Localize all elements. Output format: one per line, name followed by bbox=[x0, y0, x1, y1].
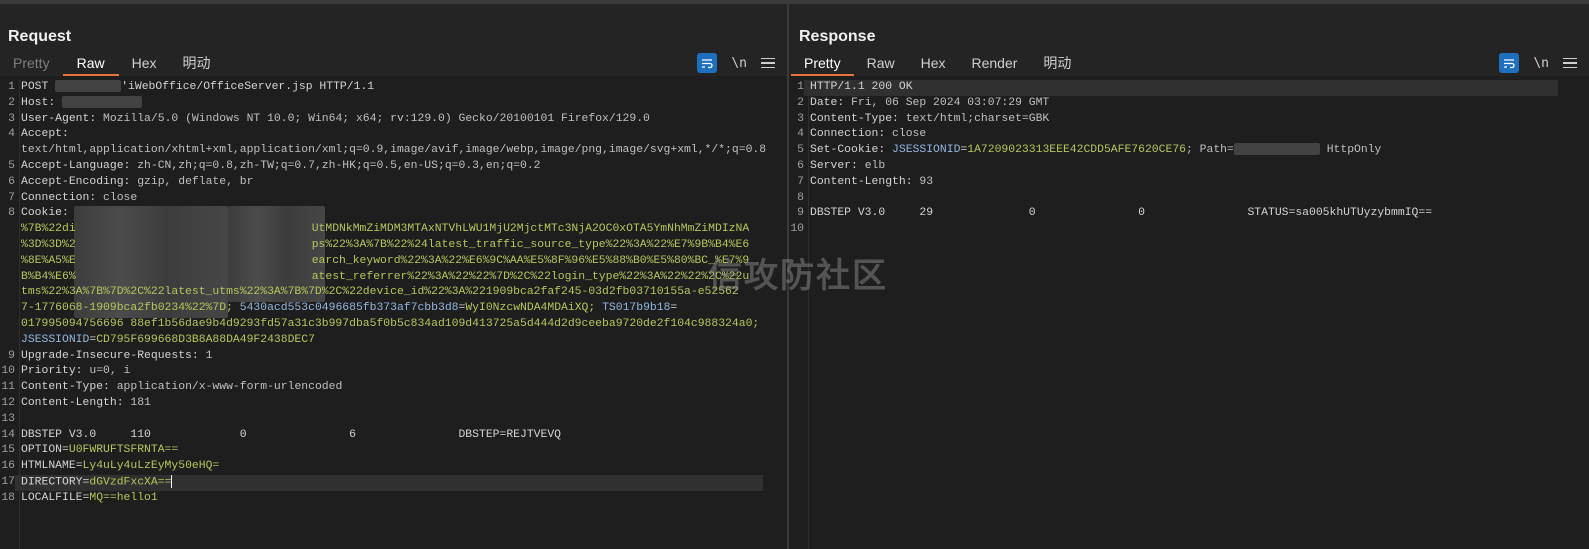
menu-icon[interactable] bbox=[1563, 57, 1577, 69]
header-key: User-Agent: bbox=[21, 112, 97, 125]
tab-inspector[interactable]: 明动 bbox=[1030, 52, 1084, 76]
header-key: Content-Length: bbox=[21, 396, 124, 409]
request-header: Request Pretty Raw Hex 明动 \n bbox=[0, 4, 787, 76]
menu-icon[interactable] bbox=[761, 57, 775, 69]
header-line: 6 Accept-Encoding: gzip, deflate, br bbox=[8, 175, 254, 188]
tab-pretty[interactable]: Pretty bbox=[791, 52, 854, 76]
newline-toggle-button[interactable]: \n bbox=[1533, 56, 1549, 71]
header-value: 181 bbox=[130, 396, 151, 409]
body-param-line: 18 LOCALFILE=MQ==hello1 bbox=[1, 492, 158, 505]
header-value: Mozilla/5.0 (Windows NT 10.0; Win64; x64… bbox=[103, 112, 650, 125]
header-key: Upgrade-Insecure-Requests: bbox=[21, 349, 199, 362]
header-key: Accept-Language: bbox=[21, 160, 131, 173]
newline-toggle-button[interactable]: \n bbox=[731, 56, 747, 71]
header-line: 2 Date: Fri, 06 Sep 2024 03:07:29 GMT bbox=[797, 96, 1050, 109]
body-param-line-current: 17 DIRECTORY=dGVzdFxcXA== bbox=[0, 474, 787, 492]
header-value: u=0, i bbox=[89, 365, 131, 378]
request-line: 1 POST 'iWebOffice/OfficeServer.jsp HTTP… bbox=[8, 80, 375, 94]
header-line: 7 Connection: close bbox=[8, 191, 138, 204]
response-pane: Response Pretty Raw Hex Render 明动 \n 1 H… bbox=[789, 4, 1589, 549]
header-line: 4 Accept: bbox=[8, 128, 69, 141]
header-line: 6 Server: elb bbox=[797, 160, 886, 172]
wrap-toggle-button[interactable] bbox=[697, 53, 718, 73]
header-line: 2 Host: bbox=[0, 95, 787, 112]
header-key: Priority: bbox=[21, 365, 83, 378]
request-pane: Request Pretty Raw Hex 明动 \n 1 POST 'iWe… bbox=[0, 4, 789, 549]
body-param-line: 16 HTMLNAME=Ly4uLy4uLzEyMy50eHQ= bbox=[1, 460, 220, 473]
header-value: application/x-www-form-urlencoded bbox=[116, 381, 343, 394]
request-editor[interactable]: 1 POST 'iWebOffice/OfficeServer.jsp HTTP… bbox=[0, 80, 787, 549]
header-key: Accept-Encoding: bbox=[21, 175, 131, 188]
text-cursor bbox=[171, 474, 173, 488]
header-line: 5 Accept-Language: zh-CN,zh;q=0.8,zh-TW;… bbox=[8, 160, 541, 173]
body-line: 14 DBSTEP V3.0 110 0 6 DBSTEP=REJTVEVQ bbox=[1, 428, 562, 441]
header-line: 10 Priority: u=0, i bbox=[1, 365, 131, 378]
body-param-line: 15 OPTION=U0FWRUFTSFRNTA== bbox=[1, 444, 179, 457]
header-line: 3 User-Agent: Mozilla/5.0 (Windows NT 10… bbox=[8, 112, 650, 125]
tab-hex[interactable]: Hex bbox=[908, 52, 959, 76]
request-title: Request bbox=[8, 28, 72, 45]
redacted-block bbox=[62, 95, 143, 108]
header-value: text/html,application/xhtml+xml,applicat… bbox=[21, 144, 767, 157]
request-tools: \n bbox=[697, 52, 775, 74]
header-key: Connection: bbox=[21, 191, 97, 204]
status-line: 1 HTTP/1.1 200 OK bbox=[789, 80, 1589, 96]
wrap-toggle-button[interactable] bbox=[1499, 53, 1520, 73]
header-value: close bbox=[103, 191, 138, 204]
header-value: zh-CN,zh;q=0.8,zh-TW;q=0.7,zh-HK;q=0.5,e… bbox=[137, 160, 541, 173]
response-editor[interactable]: 1 HTTP/1.1 200 OK 2 Date: Fri, 06 Sep 20… bbox=[789, 80, 1589, 549]
tab-pretty[interactable]: Pretty bbox=[0, 52, 63, 76]
tab-raw[interactable]: Raw bbox=[62, 52, 119, 76]
blank-line: 10 bbox=[790, 223, 804, 236]
response-header: Response Pretty Raw Hex Render 明动 \n bbox=[789, 4, 1589, 76]
body-line: 9 DBSTEP V3.0 29 0 0 STATUS=sa005khUTUyz… bbox=[797, 207, 1433, 220]
tab-hex[interactable]: Hex bbox=[119, 52, 170, 76]
tab-inspector[interactable]: 明动 bbox=[170, 52, 224, 76]
header-key: Host: bbox=[21, 96, 56, 109]
response-title: Response bbox=[799, 28, 876, 45]
header-key: Content-Type: bbox=[21, 381, 110, 394]
header-key: Cookie: bbox=[21, 207, 69, 220]
header-line: 5 Set-Cookie: JSESSIONID=1A7209023313EEE… bbox=[797, 143, 1382, 157]
request-tabs: Pretty Raw Hex 明动 bbox=[0, 52, 224, 76]
redacted-block bbox=[55, 80, 122, 92]
request-path: 'iWebOffice/OfficeServer.jsp HTTP/1.1 bbox=[121, 81, 375, 94]
response-tabs: Pretty Raw Hex Render 明动 bbox=[791, 52, 1084, 76]
header-line: 12 Content-Length: 181 bbox=[1, 396, 151, 409]
header-value: 1 bbox=[205, 349, 213, 362]
wrap-lines-icon bbox=[701, 58, 713, 68]
header-key: Accept: bbox=[21, 128, 69, 141]
tab-raw[interactable]: Raw bbox=[854, 52, 908, 76]
redacted-block bbox=[1233, 143, 1320, 156]
header-value: gzip, deflate, br bbox=[137, 175, 254, 188]
header-line: 11 Content-Type: application/x-www-form-… bbox=[1, 381, 343, 394]
header-line: 3 Content-Type: text/html;charset=GBK bbox=[797, 112, 1050, 125]
header-line: 9 Upgrade-Insecure-Requests: 1 bbox=[8, 349, 213, 362]
wrap-lines-icon bbox=[1503, 58, 1515, 68]
header-line: 4 Connection: close bbox=[797, 128, 927, 141]
response-tools: \n bbox=[1499, 52, 1577, 74]
blank-line: 13 bbox=[1, 412, 15, 425]
tab-render[interactable]: Render bbox=[959, 52, 1031, 76]
blank-line: 8 bbox=[797, 191, 804, 204]
http-method: POST bbox=[21, 81, 49, 94]
header-line: 7 Content-Length: 93 bbox=[797, 175, 934, 188]
cookie-block: 8 Cookie: %7B%22di UtMDNkMmZiMDM3MTAxNTVh… bbox=[8, 206, 760, 346]
header-line-wrapped: text/html,application/xhtml+xml,applicat… bbox=[0, 143, 787, 159]
